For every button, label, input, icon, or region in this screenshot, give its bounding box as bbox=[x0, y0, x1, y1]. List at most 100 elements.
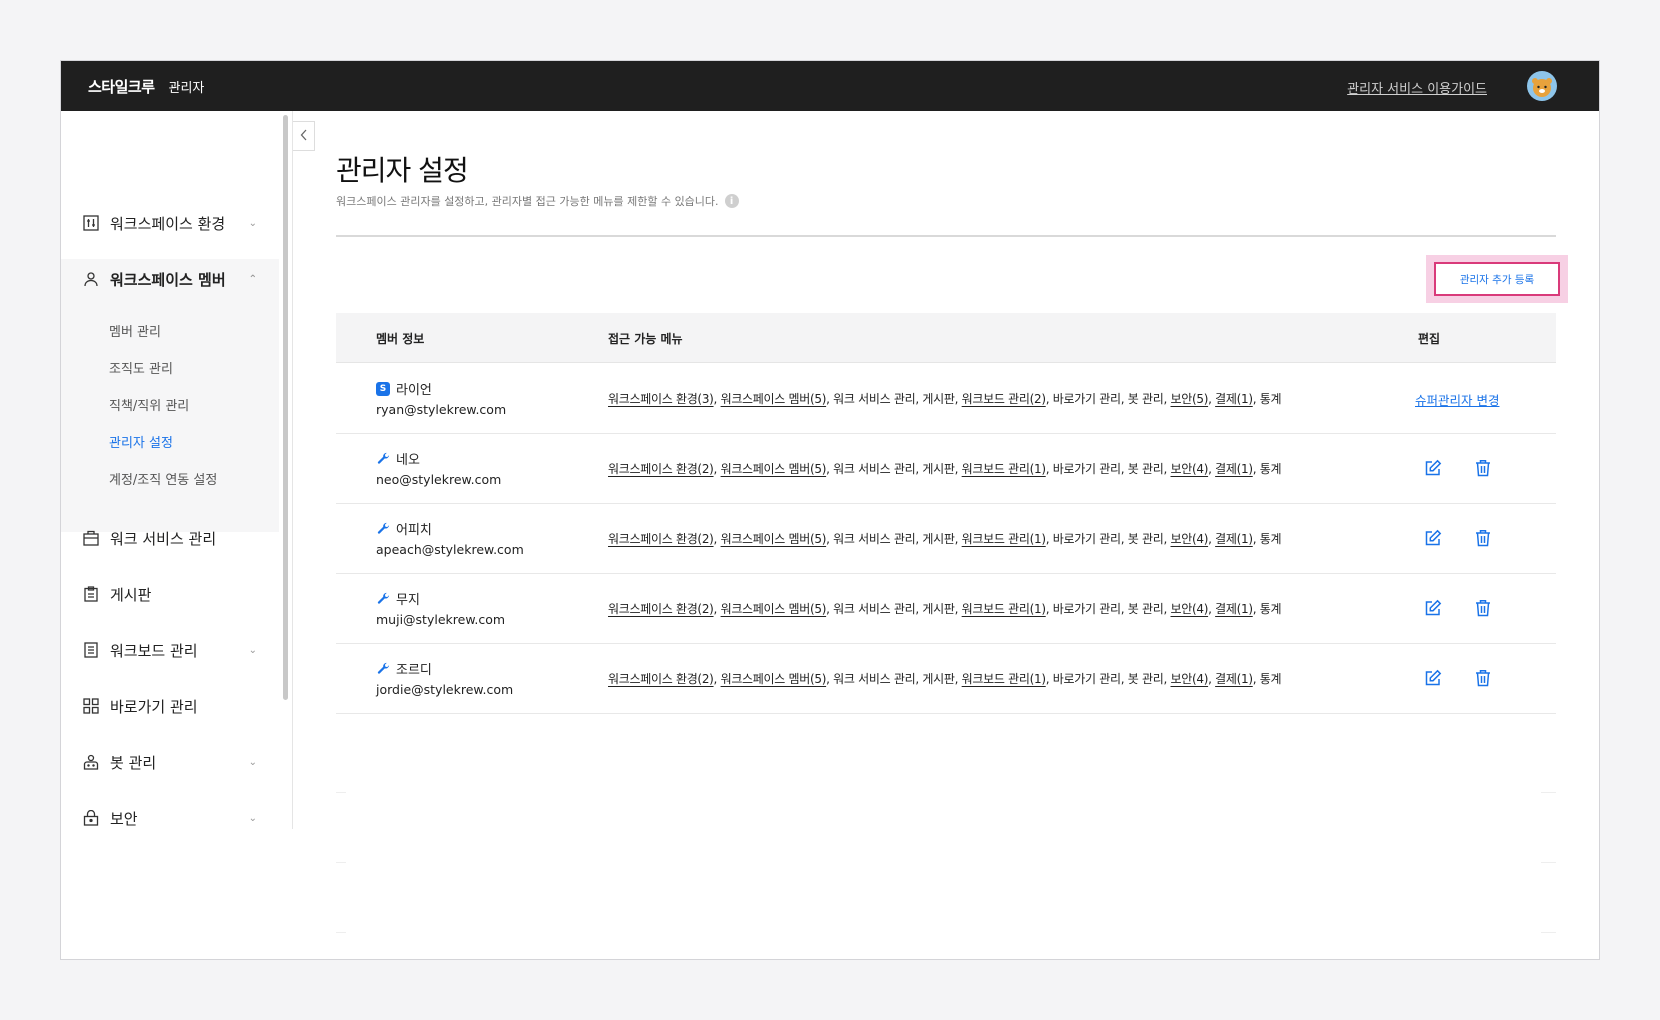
submenu-member-manage[interactable]: 멤버 관리 bbox=[109, 321, 161, 340]
edit-icon[interactable] bbox=[1424, 669, 1442, 687]
edit-icon[interactable] bbox=[1424, 459, 1442, 477]
menu-link[interactable]: 결제(1) bbox=[1215, 672, 1253, 686]
wrench-icon bbox=[376, 522, 390, 536]
brand-subtitle: 관리자 bbox=[168, 80, 205, 96]
sidebar-item-security[interactable]: 보안 ⌄ bbox=[61, 789, 279, 847]
sidebar-item-workboard[interactable]: 워크보드 관리 ⌄ bbox=[61, 621, 279, 679]
admin-window: 스타일크루 관리자 관리자 서비스 이용가이드 워크스페이스 환경 ⌄ 워크스페… bbox=[60, 60, 1600, 960]
empty-row-divider bbox=[1541, 792, 1556, 793]
menu-link[interactable]: 워크스페이스 멤버(5) bbox=[721, 532, 827, 546]
super-admin-badge-icon: S bbox=[376, 381, 390, 396]
edit-icon[interactable] bbox=[1424, 529, 1442, 547]
sidebar-item-label: 워크 서비스 관리 bbox=[110, 529, 217, 548]
menu-link[interactable]: 워크스페이스 환경(2) bbox=[608, 532, 714, 546]
menu-link[interactable]: 결제(1) bbox=[1215, 462, 1253, 476]
menu-text: , 워크 서비스 관리, 게시판, bbox=[826, 532, 962, 546]
menu-link[interactable]: 결제(1) bbox=[1215, 602, 1253, 616]
table-row: 조르디 jordie@stylekrew.com 워크스페이스 환경(2), 워… bbox=[336, 644, 1556, 714]
delete-icon[interactable] bbox=[1474, 599, 1492, 617]
edit-icon[interactable] bbox=[1424, 599, 1442, 617]
member-name: S 라이언 bbox=[376, 379, 432, 398]
sidebar-item-label: 보안 bbox=[110, 809, 138, 828]
menu-link[interactable]: 워크스페이스 환경(2) bbox=[608, 672, 714, 686]
menu-link[interactable]: 결제(1) bbox=[1215, 532, 1253, 546]
menu-link[interactable]: 워크스페이스 환경(2) bbox=[608, 462, 714, 476]
sidebar-item-label: 봇 관리 bbox=[110, 753, 157, 772]
empty-row-divider bbox=[1541, 862, 1556, 863]
grid-icon bbox=[82, 697, 100, 715]
menu-link[interactable]: 워크스페이스 멤버(5) bbox=[721, 392, 827, 406]
menu-link[interactable]: 보안(4) bbox=[1171, 672, 1209, 686]
menu-link[interactable]: 보안(5) bbox=[1171, 392, 1209, 406]
add-admin-button[interactable]: 관리자 추가 등록 bbox=[1434, 262, 1560, 296]
menu-text: , 바로가기 관리, 봇 관리, bbox=[1045, 462, 1171, 476]
sidebar-item-bot[interactable]: 봇 관리 ⌄ bbox=[61, 733, 279, 791]
menu-link[interactable]: 보안(4) bbox=[1171, 602, 1209, 616]
scrollbar-thumb[interactable] bbox=[283, 115, 288, 700]
add-button-highlight: 관리자 추가 등록 bbox=[1426, 255, 1568, 303]
member-email: muji@stylekrew.com bbox=[376, 612, 506, 627]
sidebar-item-workspace-member[interactable]: 워크스페이스 멤버 ⌃ bbox=[61, 250, 279, 308]
chevron-down-icon: ⌄ bbox=[248, 644, 257, 656]
menu-link[interactable]: 워크스페이스 멤버(5) bbox=[721, 672, 827, 686]
lock-icon bbox=[82, 809, 100, 827]
empty-row-divider bbox=[336, 932, 346, 933]
top-bar: 스타일크루 관리자 관리자 서비스 이용가이드 bbox=[61, 61, 1599, 111]
delete-icon[interactable] bbox=[1474, 669, 1492, 687]
menu-text: , 워크 서비스 관리, 게시판, bbox=[826, 392, 962, 406]
menu-link[interactable]: 결제(1) bbox=[1215, 392, 1253, 406]
clipboard-icon bbox=[82, 585, 100, 603]
sidebar-item-shortcut[interactable]: 바로가기 관리 bbox=[61, 677, 279, 735]
menu-text: , 바로가기 관리, 봇 관리, bbox=[1045, 602, 1171, 616]
member-name: 네오 bbox=[376, 449, 420, 468]
empty-row-divider bbox=[336, 862, 346, 863]
menu-link[interactable]: 워크스페이스 환경(3) bbox=[608, 392, 714, 406]
accessible-menus: 워크스페이스 환경(2), 워크스페이스 멤버(5), 워크 서비스 관리, 게… bbox=[608, 672, 1282, 686]
menu-link[interactable]: 워크스페이스 환경(2) bbox=[608, 602, 714, 616]
menu-text: , 통계 bbox=[1252, 602, 1282, 616]
accessible-menus: 워크스페이스 환경(3), 워크스페이스 멤버(5), 워크 서비스 관리, 게… bbox=[608, 392, 1282, 406]
menu-link[interactable]: 워크보드 관리(1) bbox=[962, 532, 1046, 546]
sidebar-scrollbar[interactable] bbox=[279, 111, 293, 829]
brand-logo[interactable]: 스타일크루 bbox=[88, 76, 155, 97]
delete-icon[interactable] bbox=[1474, 529, 1492, 547]
admin-guide-link[interactable]: 관리자 서비스 이용가이드 bbox=[1347, 78, 1487, 97]
member-name-text: 조르디 bbox=[396, 663, 432, 678]
avatar[interactable] bbox=[1527, 71, 1557, 101]
sidebar-item-work-service[interactable]: 워크 서비스 관리 bbox=[61, 509, 279, 567]
menu-link[interactable]: 보안(4) bbox=[1171, 532, 1209, 546]
chevron-down-icon: ⌄ bbox=[248, 812, 257, 824]
change-super-admin-link[interactable]: 슈퍼관리자 변경 bbox=[1415, 390, 1499, 409]
column-header-member: 멤버 정보 bbox=[376, 332, 425, 346]
sidebar-item-board[interactable]: 게시판 bbox=[61, 565, 279, 623]
menu-link[interactable]: 워크보드 관리(1) bbox=[962, 602, 1046, 616]
empty-row-divider bbox=[1541, 932, 1556, 933]
sidebar-collapse-button[interactable] bbox=[293, 121, 315, 151]
menu-link[interactable]: 워크보드 관리(2) bbox=[962, 392, 1046, 406]
member-email: jordie@stylekrew.com bbox=[376, 682, 514, 697]
title-divider bbox=[336, 235, 1556, 237]
table-row: S 라이언 ryan@stylekrew.com 워크스페이스 환경(3), 워… bbox=[336, 364, 1556, 434]
submenu-position-manage[interactable]: 직책/직위 관리 bbox=[109, 395, 189, 414]
delete-icon[interactable] bbox=[1474, 459, 1492, 477]
menu-text: , 워크 서비스 관리, 게시판, bbox=[826, 462, 962, 476]
menu-link[interactable]: 워크스페이스 멤버(5) bbox=[721, 602, 827, 616]
menu-text: , 바로가기 관리, 봇 관리, bbox=[1045, 672, 1171, 686]
chevron-down-icon: ⌄ bbox=[248, 756, 257, 768]
member-name: 무지 bbox=[376, 589, 420, 608]
table-header: 멤버 정보 접근 가능 메뉴 편집 bbox=[336, 313, 1556, 363]
menu-link[interactable]: 워크스페이스 멤버(5) bbox=[721, 462, 827, 476]
wrench-icon bbox=[376, 662, 390, 676]
info-icon[interactable]: i bbox=[724, 194, 739, 208]
sidebar-item-label: 워크보드 관리 bbox=[110, 641, 198, 660]
menu-text: , 바로가기 관리, 봇 관리, bbox=[1045, 532, 1171, 546]
menu-link[interactable]: 보안(4) bbox=[1171, 462, 1209, 476]
submenu-account-sync[interactable]: 계정/조직 연동 설정 bbox=[109, 469, 217, 488]
submenu-org-chart[interactable]: 조직도 관리 bbox=[109, 358, 173, 377]
menu-link[interactable]: 워크보드 관리(1) bbox=[962, 672, 1046, 686]
submenu-admin-settings[interactable]: 관리자 설정 bbox=[109, 432, 173, 451]
sidebar-item-workspace-env[interactable]: 워크스페이스 환경 ⌄ bbox=[61, 194, 279, 252]
menu-link[interactable]: 워크보드 관리(1) bbox=[962, 462, 1046, 476]
table-row: 어피치 apeach@stylekrew.com 워크스페이스 환경(2), 워… bbox=[336, 504, 1556, 574]
member-email: apeach@stylekrew.com bbox=[376, 542, 524, 557]
